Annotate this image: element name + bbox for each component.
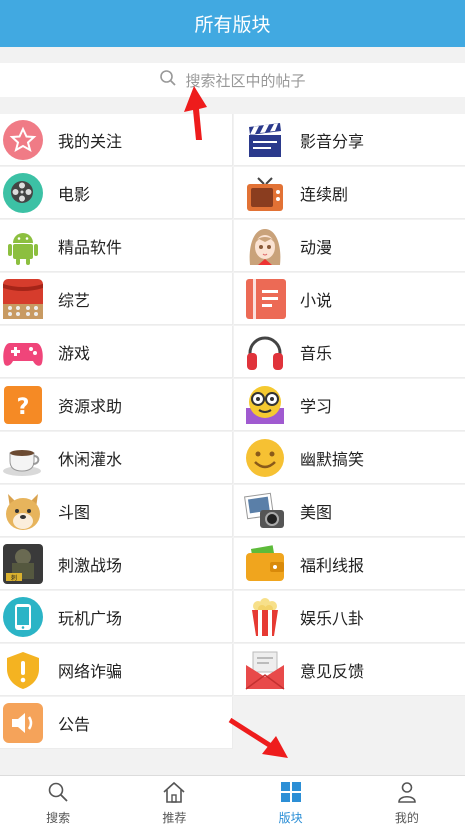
search-placeholder: 搜索社区中的帖子 bbox=[185, 71, 306, 90]
android-icon bbox=[2, 225, 44, 267]
tab-label: 我的 bbox=[394, 810, 419, 825]
board-item-software[interactable]: 精品软件 bbox=[0, 220, 233, 272]
bottom-tab-bar: 搜索 推荐 版块 我的 bbox=[0, 775, 465, 830]
board-label: 小说 bbox=[300, 290, 333, 310]
board-item-photos[interactable]: 美图 bbox=[234, 485, 465, 537]
page-title: 所有版块 bbox=[194, 14, 271, 36]
board-label: 我的关注 bbox=[58, 131, 123, 151]
board-label: 精品软件 bbox=[58, 237, 123, 257]
board-label: 娱乐八卦 bbox=[300, 608, 365, 628]
annotation-arrow-down bbox=[228, 717, 288, 758]
board-label: 综艺 bbox=[58, 290, 91, 310]
search-icon bbox=[47, 781, 69, 809]
star-icon bbox=[2, 119, 44, 161]
board-item-notice[interactable]: 公告 bbox=[0, 697, 233, 749]
speaker-icon bbox=[2, 702, 44, 744]
board-label: 意见反馈 bbox=[300, 661, 365, 681]
tab-label: 版块 bbox=[278, 810, 303, 825]
clapperboard-icon bbox=[244, 119, 286, 161]
board-item-series[interactable]: 连续剧 bbox=[234, 167, 465, 219]
board-label: 动漫 bbox=[300, 237, 333, 257]
wallet-icon bbox=[244, 543, 286, 585]
tab-boards[interactable]: 版块 bbox=[233, 776, 349, 830]
phone-icon bbox=[2, 596, 44, 638]
mail-icon bbox=[244, 649, 286, 691]
board-item-gossip[interactable]: 娱乐八卦 bbox=[234, 591, 465, 643]
board-label: 网络诈骗 bbox=[58, 661, 123, 681]
question-icon: ? bbox=[2, 384, 44, 426]
board-item-humor[interactable]: 幽默搞笑 bbox=[234, 432, 465, 484]
tab-recommend[interactable]: 推荐 bbox=[116, 776, 232, 830]
header-bar: 所有版块 bbox=[0, 0, 465, 47]
board-label: 玩机广场 bbox=[58, 608, 123, 628]
tv-icon bbox=[244, 172, 286, 214]
doge-icon bbox=[2, 490, 44, 532]
popcorn-icon bbox=[244, 596, 286, 638]
book-icon bbox=[244, 278, 286, 320]
board-label: 资源求助 bbox=[58, 396, 123, 416]
tab-label: 推荐 bbox=[162, 810, 187, 825]
grid-icon bbox=[280, 781, 302, 809]
board-label: 音乐 bbox=[300, 343, 333, 363]
board-label: 影音分享 bbox=[300, 131, 365, 151]
board-item-follow[interactable]: 我的关注 bbox=[0, 114, 233, 166]
search-icon bbox=[159, 69, 185, 91]
board-item-game[interactable]: 游戏 bbox=[0, 326, 233, 378]
headphones-icon bbox=[244, 331, 286, 373]
nerd-emoji-icon bbox=[244, 384, 286, 426]
person-icon bbox=[396, 781, 418, 809]
pubg-icon: 刺 bbox=[2, 543, 44, 585]
gamepad-icon bbox=[2, 331, 44, 373]
board-item-feedback[interactable]: 意见反馈 bbox=[234, 644, 465, 696]
board-label: 幽默搞笑 bbox=[300, 449, 365, 469]
board-item-anime[interactable]: 动漫 bbox=[234, 220, 465, 272]
search-input[interactable]: 搜索社区中的帖子 bbox=[0, 63, 465, 97]
board-item-fraud[interactable]: 网络诈骗 bbox=[0, 644, 233, 696]
board-label: 游戏 bbox=[58, 343, 91, 363]
coffee-cup-icon bbox=[2, 437, 44, 479]
board-label: 福利线报 bbox=[300, 555, 365, 575]
board-item-memes[interactable]: 斗图 bbox=[0, 485, 233, 537]
svg-text:?: ? bbox=[17, 395, 30, 420]
shield-icon bbox=[2, 649, 44, 691]
board-item-phone[interactable]: 玩机广场 bbox=[0, 591, 233, 643]
tab-search[interactable]: 搜索 bbox=[0, 776, 116, 830]
board-label: 美图 bbox=[300, 502, 333, 522]
anime-girl-icon bbox=[244, 225, 286, 267]
board-label: 斗图 bbox=[58, 502, 91, 522]
board-item-novel[interactable]: 小说 bbox=[234, 273, 465, 325]
svg-text:刺: 刺 bbox=[11, 574, 17, 582]
board-item-help[interactable]: ? 资源求助 bbox=[0, 379, 233, 431]
search-area: 搜索社区中的帖子 bbox=[0, 47, 465, 114]
board-item-pubg[interactable]: 刺 刺激战场 bbox=[0, 538, 233, 590]
board-item-chat[interactable]: 休闲灌水 bbox=[0, 432, 233, 484]
board-label: 电影 bbox=[58, 184, 91, 204]
tab-mine[interactable]: 我的 bbox=[349, 776, 465, 830]
board-item-movie[interactable]: 电影 bbox=[0, 167, 233, 219]
board-label: 公告 bbox=[58, 714, 91, 734]
board-item-av-share[interactable]: 影音分享 bbox=[234, 114, 465, 166]
board-item-study[interactable]: 学习 bbox=[234, 379, 465, 431]
board-item-welfare[interactable]: 福利线报 bbox=[234, 538, 465, 590]
film-reel-icon bbox=[2, 172, 44, 214]
board-label: 刺激战场 bbox=[58, 555, 123, 575]
stage-icon bbox=[2, 278, 44, 320]
board-label: 休闲灌水 bbox=[58, 449, 123, 469]
home-icon bbox=[162, 781, 186, 809]
smile-emoji-icon bbox=[244, 437, 286, 479]
board-label: 学习 bbox=[300, 396, 333, 416]
board-item-music[interactable]: 音乐 bbox=[234, 326, 465, 378]
photos-icon bbox=[244, 490, 286, 532]
board-item-variety[interactable]: 综艺 bbox=[0, 273, 233, 325]
board-label: 连续剧 bbox=[300, 184, 349, 204]
tab-label: 搜索 bbox=[46, 810, 71, 825]
